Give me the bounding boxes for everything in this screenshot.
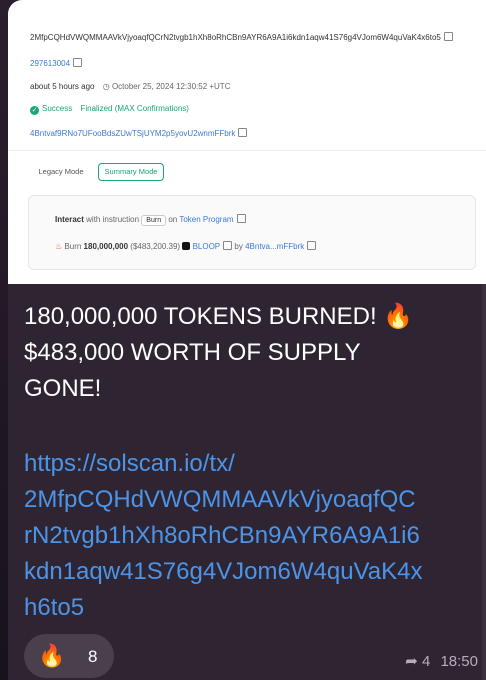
clock-icon: ◷ [102,82,110,91]
status-finalized: Finalized (MAX Confirmations) [80,104,189,113]
summary-mode-button: Summary Mode [98,163,164,181]
burn-row: ♨ Burn 180,000,000 ($483,200.39) BLOOP b… [55,241,317,251]
tx-url-line-3[interactable]: rN2tvgb1hXh8oRhCBn9AYR6A9A1i6 [24,519,420,553]
legacy-mode-button: Legacy Mode [38,167,84,176]
by-address-link: 4Bntva...mFFbrk [245,242,305,251]
burn-amount: 180,000,000 [83,242,129,251]
tx-age: about 5 hours ago [30,82,95,91]
by-label: by [234,242,243,251]
program-link: Token Program [179,215,234,224]
forward-icon: ➦ [405,653,418,670]
signer-link: 4Bntvaf9RNo7UFooBdsZUwTSjUYM2p5yovU2wnmF… [30,129,236,138]
copy-icon [443,32,453,41]
tx-signature: 2MfpCQHdVWQMMAAVkVjyoaqfQCrN2tvgb1hXh8oR… [30,33,441,42]
solscan-screenshot[interactable]: 2MfpCQHdVWQMMAAVkVjyoaqfQCrN2tvgb1hXh8oR… [8,0,486,284]
instruction-panel: Interact with instruction Burn on Token … [28,195,476,270]
copy-icon [223,241,233,250]
tx-url-line-2[interactable]: 2MfpCQHdVWQMMAAVkVjyoaqfQC [24,483,416,517]
scrollbar[interactable] [482,0,486,680]
block-link: 297613004 [30,59,71,68]
tx-url-line-1[interactable]: https://solscan.io/tx/ [24,447,235,481]
message-line-2: $483,000 WORTH OF SUPPLY [24,339,361,366]
burn-label: Burn [64,242,82,251]
signer-row: 4Bntvaf9RNo7UFooBdsZUwTSjUYM2p5yovU2wnmF… [30,128,248,138]
reaction-button[interactable]: 🔥 8 [24,634,114,678]
burn-value: ($483,200.39) [130,242,181,251]
time-row: about 5 hours ago ◷ October 25, 2024 12:… [30,82,230,91]
status-row: ✓ Success Finalized (MAX Confirmations) [30,104,189,115]
reaction-count: 8 [88,647,98,666]
message-line-1: 180,000,000 TOKENS BURNED! 🔥 [24,303,414,330]
message-line-3: GONE! [24,375,102,402]
tx-url-line-4[interactable]: kdn1aqw41S76g4VJom6W4quVaK4x [24,555,422,589]
tx-timestamp: October 25, 2024 12:30:52 +UTC [111,82,231,91]
on-label: on [168,215,178,224]
token-link: BLOOP [192,242,221,251]
check-icon: ✓ [30,106,39,115]
burn-icon: ♨ [55,242,63,251]
message-time: 18:50 [440,653,478,670]
block-row: 297613004 [30,58,83,68]
copy-icon [73,58,83,67]
copy-icon [236,214,246,223]
interact-row: Interact with instruction Burn on Token … [55,214,246,226]
forward-count: 4 [421,653,431,670]
with-instruction-label: with instruction [86,215,140,224]
divider [8,150,486,151]
copy-icon [307,241,317,250]
message-bubble: 2MfpCQHdVWQMMAAVkVjyoaqfQCrN2tvgb1hXh8oR… [8,0,486,680]
fire-emoji: 🔥 [38,643,66,668]
status-success: Success [42,104,73,113]
token-icon [182,242,191,250]
interact-label: Interact [55,215,84,224]
tx-signature-row: 2MfpCQHdVWQMMAAVkVjyoaqfQCrN2tvgb1hXh8oR… [30,32,453,42]
message-meta: ➦ 4 18:50 [405,652,478,670]
copy-icon [238,128,248,137]
instruction-tag: Burn [141,215,167,226]
tx-url-line-5[interactable]: h6to5 [24,591,84,625]
